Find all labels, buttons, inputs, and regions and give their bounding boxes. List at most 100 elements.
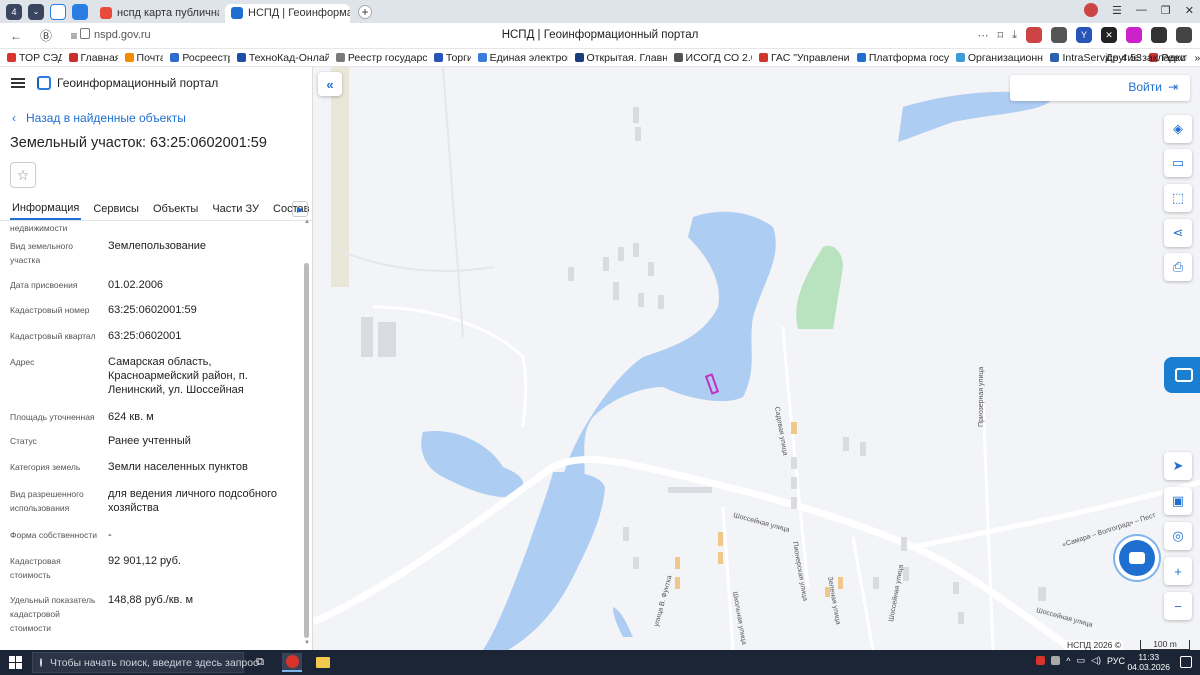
property-label: Категория земель	[10, 462, 81, 472]
extension-icon[interactable]	[1051, 27, 1067, 43]
extensions-icon[interactable]: ⋯	[977, 29, 988, 42]
ruler-icon[interactable]: ▭	[1164, 149, 1192, 177]
download-icon[interactable]: ⤓	[1012, 29, 1017, 42]
layers-icon[interactable]: ◈	[1164, 115, 1192, 143]
bookmark-favicon-icon	[433, 53, 443, 62]
restore-icon[interactable]: ❐	[1161, 4, 1171, 17]
bookmark-item[interactable]: Почта	[124, 51, 164, 64]
login-button[interactable]: Войти ⇥	[1128, 80, 1178, 94]
bookmark-item[interactable]: Росреестр	[170, 52, 230, 64]
clock-date: 04.03.2026	[1127, 662, 1170, 672]
tab-information[interactable]: Информация	[10, 198, 82, 220]
taskbar-search[interactable]: Чтобы начать поиск, введите здесь запрос	[32, 652, 258, 673]
bookmarks-overflow-icon[interactable]: »	[1194, 52, 1200, 64]
property-value: -	[108, 529, 112, 541]
back-to-results-link[interactable]: ‹ Назад в найденные объекты	[12, 111, 186, 125]
bookmark-item[interactable]: Открытая. Главна	[574, 51, 667, 64]
properties-list: недвижимости Вид земельного участка Земл…	[0, 221, 304, 650]
navigate-icon[interactable]: ➤	[1164, 452, 1192, 480]
windows-start-icon[interactable]	[9, 656, 22, 669]
tabs-scroll-right-icon[interactable]: ▶	[292, 201, 308, 217]
bookmark-item[interactable]: Платформа госуд	[856, 52, 949, 64]
tab-parts[interactable]: Части ЗУ	[210, 199, 261, 219]
bookmark-item[interactable]: ГАС "Управление	[758, 52, 850, 64]
green-area	[796, 245, 843, 329]
extension-icon[interactable]: ✕	[1101, 27, 1117, 43]
bookmark-icon[interactable]: ⌑	[997, 29, 1003, 42]
property-label: Кадастровая стоимость	[10, 556, 61, 580]
mail-icon[interactable]	[50, 3, 66, 20]
scroll-down-icon[interactable]: ▼	[304, 640, 310, 646]
basemap-icon[interactable]: ▣	[1164, 487, 1192, 515]
pond-south	[613, 607, 633, 637]
zoom-out-button[interactable]: −	[1164, 592, 1192, 620]
bookmark-item[interactable]: Реестр государст	[335, 52, 427, 64]
property-value[interactable]: 63:25:0602001:59	[108, 303, 298, 317]
pond-west	[421, 431, 524, 498]
file-explorer-taskbar-icon[interactable]	[313, 653, 333, 672]
extension-icon[interactable]	[1176, 27, 1192, 43]
clock[interactable]: 11:33 04.03.2026	[1127, 652, 1170, 672]
bookmarks-bar: ТОР СЭД Главная Почта Росреестр ТехноКад-Онл…	[0, 49, 1200, 67]
chevron-down-icon[interactable]: ⌄	[28, 3, 44, 20]
road-street	[851, 536, 875, 650]
bookmark-label: Открытая. Главна	[586, 51, 667, 64]
bookmark-item[interactable]: Главная	[68, 51, 118, 64]
property-value: 148,88 руб./кв. м	[108, 594, 194, 606]
bookmark-item[interactable]: ИСОГД СО 2.0	[673, 52, 752, 64]
yandex-browser-taskbar-icon[interactable]	[282, 653, 302, 672]
property-label: недвижимости	[10, 223, 68, 233]
hamburger-menu-icon[interactable]	[11, 78, 25, 88]
tab-services[interactable]: Сервисы	[91, 199, 141, 219]
property-value: Земли населенных пунктов	[108, 461, 248, 473]
favorite-star-icon[interactable]: ☆	[10, 162, 36, 188]
road-street	[721, 506, 735, 650]
close-window-icon[interactable]: ✕	[1185, 4, 1194, 17]
bookmark-label: Почта	[136, 51, 164, 64]
scroll-up-icon[interactable]: ▲	[304, 219, 310, 225]
chevron-up-icon[interactable]: ^	[1066, 656, 1070, 666]
alice-icon[interactable]	[72, 3, 88, 20]
bookmark-item[interactable]: Торги	[433, 52, 471, 64]
menu-icon[interactable]: ☰	[1112, 4, 1122, 17]
property-label: Статус	[10, 436, 37, 446]
chat-support-button[interactable]	[1119, 540, 1155, 576]
notifications-icon[interactable]	[1180, 656, 1192, 668]
extension-icon[interactable]: Y	[1076, 27, 1092, 43]
task-view-icon[interactable]: ⧉	[250, 653, 270, 672]
tab-objects[interactable]: Объекты	[151, 199, 200, 219]
scrollbar-thumb[interactable]	[304, 263, 309, 638]
select-area-icon[interactable]: ⬚	[1164, 184, 1192, 212]
language-indicator[interactable]: РУС	[1107, 656, 1125, 666]
new-tab-button[interactable]: +	[358, 4, 372, 19]
bookmark-item[interactable]: ТехноКад-Онлайн	[236, 52, 329, 64]
print-icon[interactable]: ⎙	[1164, 253, 1192, 281]
map-canvas[interactable]: Садовая улица Приозерная улица Шоссейная…	[313, 67, 1200, 650]
volume-icon[interactable]: ◁)	[1091, 655, 1101, 666]
side-panel-tab-icon[interactable]	[1164, 357, 1200, 393]
bookmark-item[interactable]: Единая электрон	[477, 52, 568, 64]
collapse-panel-button[interactable]: «	[318, 72, 342, 96]
other-bookmarks-folder[interactable]: Другие закладки	[1106, 52, 1186, 64]
zoom-in-button[interactable]: +	[1164, 557, 1192, 585]
tray-app-icon[interactable]	[1036, 656, 1046, 665]
minimize-icon[interactable]: —	[1136, 4, 1147, 16]
browser-tab-bar: 4 ⌄ нспд карта публичная кад НСПД | Геои…	[0, 0, 1200, 23]
share-icon[interactable]: ⋖	[1164, 219, 1192, 247]
location-icon[interactable]: ◎	[1164, 522, 1192, 550]
bookmark-item[interactable]: Организационна	[955, 52, 1043, 64]
extension-icon[interactable]	[1126, 27, 1142, 43]
bookmark-label: Главная	[80, 51, 118, 64]
property-value[interactable]: 63:25:0602001	[108, 329, 298, 343]
profile-icon[interactable]	[1084, 3, 1099, 17]
extension-icon[interactable]	[1151, 27, 1167, 43]
back-link-label: Назад в найденные объекты	[26, 111, 186, 125]
browser-tab[interactable]: нспд карта публичная кад	[94, 4, 219, 23]
tab-group-icon[interactable]: 4	[6, 3, 22, 20]
network-icon[interactable]: ▭	[1077, 655, 1086, 666]
property-label: Кадастровый номер	[10, 305, 90, 315]
tray-app-icon[interactable]	[1051, 656, 1061, 665]
browser-tab-active[interactable]: НСПД | Геоинформационн ✕	[225, 3, 350, 23]
extension-icon[interactable]	[1026, 27, 1042, 43]
bookmark-item[interactable]: ТОР СЭД	[7, 52, 62, 64]
